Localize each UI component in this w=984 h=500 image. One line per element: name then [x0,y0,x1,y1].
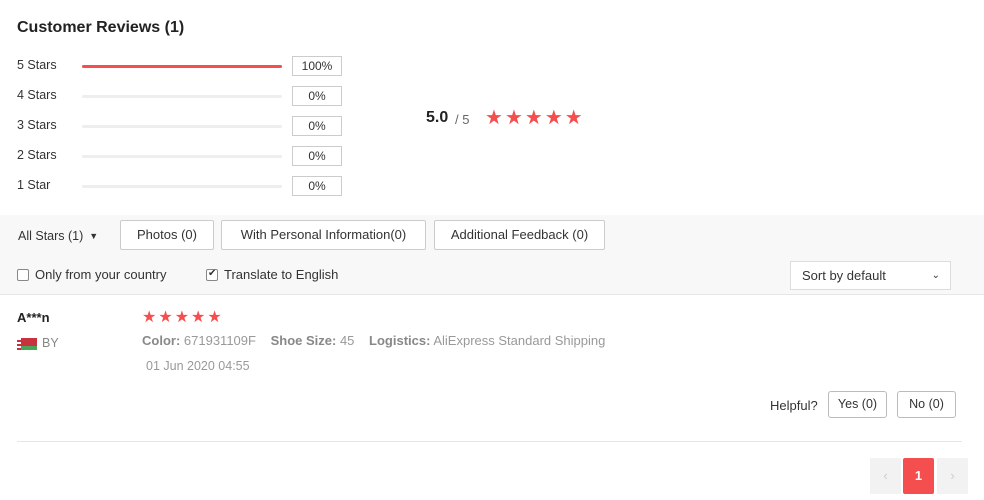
star-icon: ★ [564,107,583,129]
rating-label: 4 Stars [17,88,57,102]
rating-row-1[interactable]: 1 Star 0% [17,176,347,196]
photos-filter-button[interactable]: Photos (0) [120,220,214,250]
size-value: 45 [339,333,355,348]
rating-bar [82,125,282,128]
belarus-flag-icon [17,338,37,350]
rating-label: 5 Stars [17,58,57,72]
helpful-label: Helpful? [770,398,818,413]
reviews-title: Customer Reviews (1) [17,19,185,36]
star-icon: ★ [524,107,543,129]
chevron-down-icon: ⌄ [931,270,940,281]
review-stars: ★ ★ ★ ★ ★ [142,310,222,326]
star-icon: ★ [142,309,157,326]
rating-row-3[interactable]: 3 Stars 0% [17,116,347,136]
star-icon: ★ [158,309,173,326]
average-out-of: / 5 [455,112,470,127]
rating-percent: 0% [292,176,342,196]
next-page-button[interactable]: › [937,458,968,494]
translate-label: Translate to English [224,267,339,282]
prev-page-button[interactable]: ‹ [870,458,901,494]
only-country-checkbox[interactable]: Only from your country [17,267,167,282]
personal-info-filter-button[interactable]: With Personal Information(0) [221,220,426,250]
sort-dropdown[interactable]: Sort by default ⌄ [790,261,951,290]
average-stars: ★ ★ ★ ★ ★ [485,108,583,128]
average-rating: 5.0 [426,109,449,126]
rating-bar [82,185,282,188]
rating-percent: 0% [292,86,342,106]
reviewer-name: A***n [17,310,50,325]
rating-percent: 0% [292,146,342,166]
star-icon: ★ [485,107,503,129]
review-attributes: Color: 671931109F Shoe Size: 45 Logistic… [142,333,605,348]
logistics-value: AliExpress Standard Shipping [433,333,606,348]
rating-row-5[interactable]: 5 Stars 100% [17,56,347,76]
rating-bar [82,65,282,68]
rating-bar [82,95,282,98]
checkbox-icon[interactable] [17,268,29,281]
helpful-yes-button[interactable]: Yes (0) [828,391,887,418]
star-icon: ★ [174,309,190,326]
translate-checkbox[interactable]: Translate to English [206,267,338,282]
chevron-down-icon: ▼ [89,231,99,241]
color-label: Color: [142,333,181,348]
additional-feedback-filter-button[interactable]: Additional Feedback (0) [434,220,605,250]
page-1-button[interactable]: 1 [903,458,934,494]
sort-label: Sort by default [802,268,886,283]
star-icon: ★ [207,309,222,326]
only-country-label: Only from your country [35,267,167,282]
divider [17,441,962,442]
rating-percent: 100% [292,56,342,76]
star-icon: ★ [191,309,206,326]
star-icon: ★ [504,107,523,129]
all-stars-dropdown[interactable]: All Stars (1) ▼ [18,229,98,243]
rating-label: 3 Stars [17,118,57,132]
rating-bar [82,155,282,158]
rating-row-2[interactable]: 2 Stars 0% [17,146,347,166]
size-label: Shoe Size: [270,333,337,348]
rating-label: 1 Star [17,178,51,192]
logistics-label: Logistics: [369,333,431,348]
color-value: 671931109F [183,333,256,348]
review-date: 01 Jun 2020 04:55 [146,359,250,373]
helpful-no-button[interactable]: No (0) [897,391,956,418]
checkbox-icon[interactable] [206,268,218,281]
all-stars-label: All Stars (1) [18,229,84,243]
rating-row-4[interactable]: 4 Stars 0% [17,86,347,106]
rating-label: 2 Stars [17,148,57,162]
rating-percent: 0% [292,116,342,136]
reviewer-country: BY [42,336,59,350]
star-icon: ★ [544,107,563,129]
